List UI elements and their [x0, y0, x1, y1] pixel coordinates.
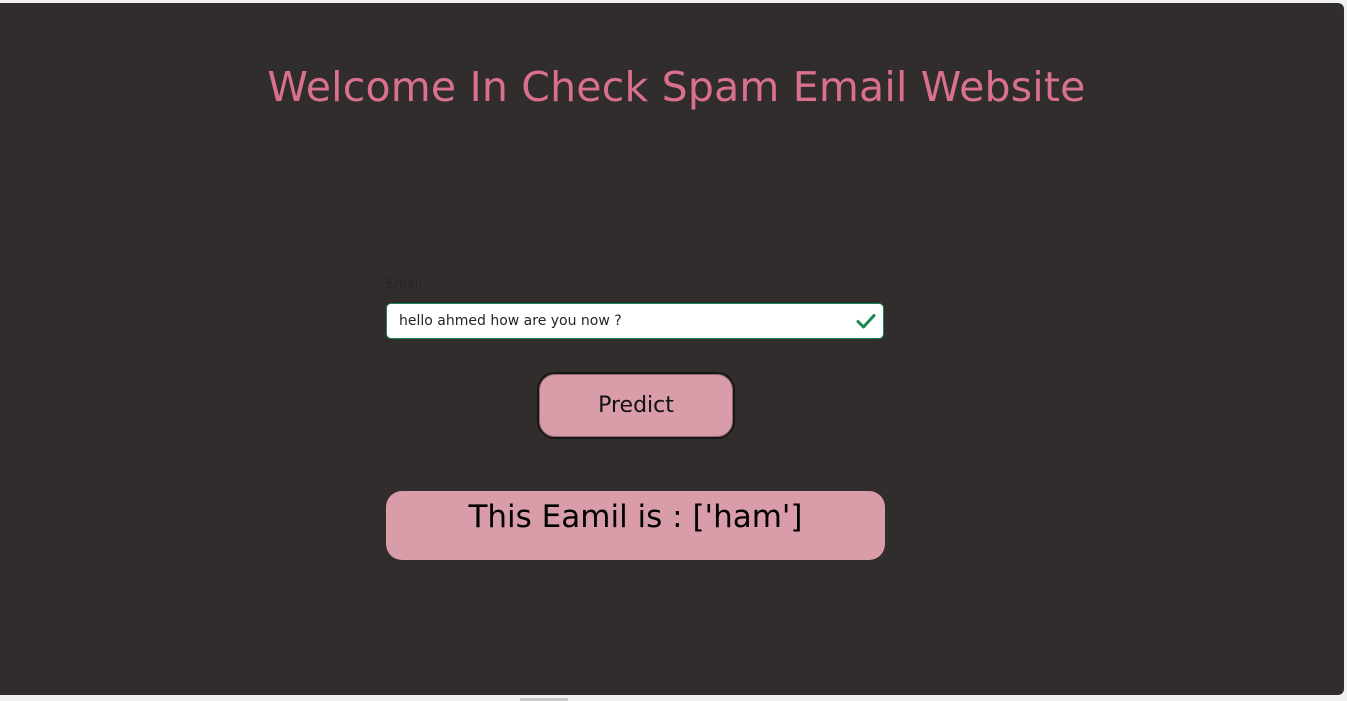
predict-button[interactable]: Predict [537, 372, 735, 439]
email-label: Email [386, 277, 423, 292]
bottom-strip [0, 695, 1347, 701]
result-box: This Eamil is : ['ham'] [386, 491, 885, 560]
result-text: This Eamil is : ['ham'] [468, 499, 803, 535]
checkmark-icon [856, 314, 876, 329]
page-background: Welcome In Check Spam Email Website Emai… [0, 3, 1344, 695]
page-title: Welcome In Check Spam Email Website [267, 63, 1086, 111]
email-input[interactable] [386, 303, 884, 339]
